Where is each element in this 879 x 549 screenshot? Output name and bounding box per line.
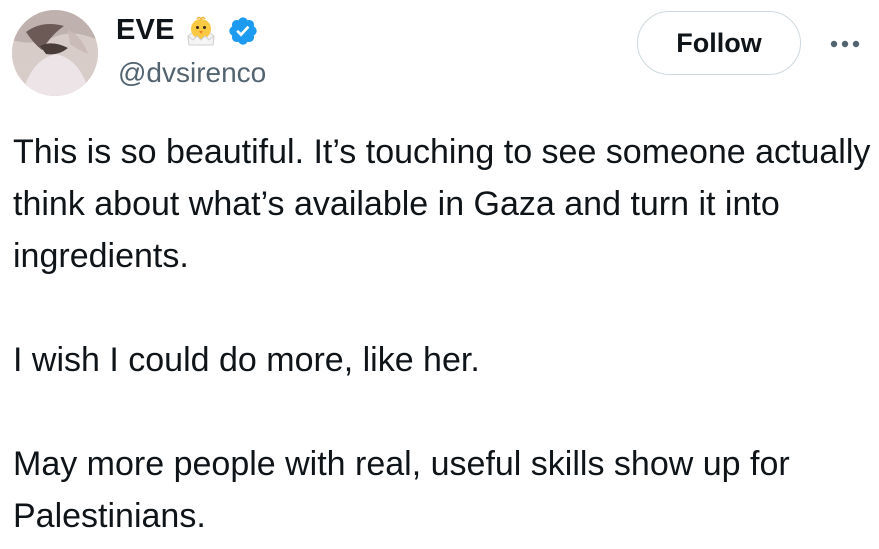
author-display-name[interactable]: EVE bbox=[116, 14, 175, 47]
avatar-image bbox=[12, 10, 98, 96]
tweet-paragraph: I wish I could do more, like her. bbox=[13, 341, 480, 379]
follow-button[interactable]: Follow bbox=[637, 11, 801, 75]
more-dots-icon bbox=[830, 40, 860, 48]
tweet-paragraph: This is so beautiful. It’s touching to s… bbox=[13, 133, 871, 275]
author-name-row: EVE bbox=[116, 14, 259, 47]
verified-badge-icon[interactable] bbox=[227, 15, 259, 47]
tweet-paragraph: May more people with real, useful skills… bbox=[13, 445, 790, 535]
author-handle[interactable]: @dvsirenco bbox=[118, 57, 266, 89]
avatar[interactable] bbox=[12, 10, 98, 96]
tweet-text: This is so beautiful. It’s touching to s… bbox=[13, 126, 873, 542]
more-options-button[interactable] bbox=[823, 28, 867, 60]
chick-emoji-icon bbox=[185, 15, 217, 47]
